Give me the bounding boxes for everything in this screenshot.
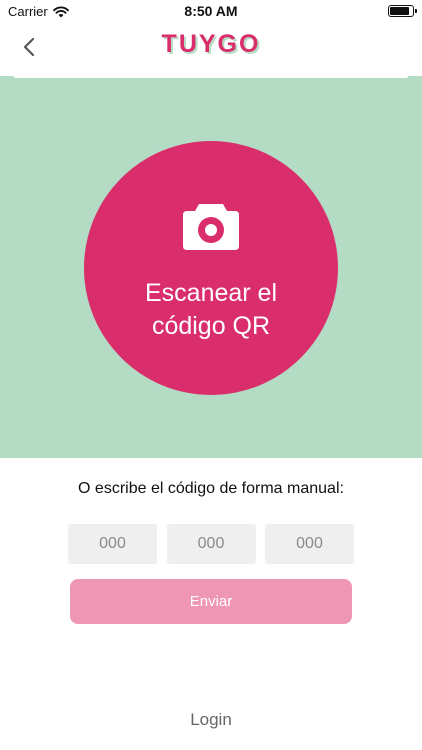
scan-label-line1: Escanear el <box>144 279 278 307</box>
code-input-2[interactable] <box>166 524 256 564</box>
code-input-3[interactable] <box>265 524 354 564</box>
scan-qr-button[interactable]: Escanear el código QR <box>84 141 338 395</box>
nav-bar: TUYGO <box>0 22 422 74</box>
login-link[interactable]: Login <box>0 710 422 730</box>
scanner-panel: Escanear el código QR <box>0 76 422 458</box>
battery-icon <box>388 5 417 17</box>
send-button[interactable]: Enviar <box>70 579 352 624</box>
code-input-1[interactable] <box>68 524 157 564</box>
app-logo: TUYGO <box>0 30 422 59</box>
code-input-row <box>68 524 354 564</box>
panel-top-divider <box>14 76 408 78</box>
scan-label: Escanear el código QR <box>84 277 338 343</box>
logo-text: TUYGO <box>161 30 261 58</box>
manual-entry-label: O escribe el código de forma manual: <box>78 480 344 497</box>
status-time: 8:50 AM <box>184 3 238 19</box>
status-bar: Carrier 8:50 AM <box>0 0 422 22</box>
camera-icon <box>183 204 239 250</box>
scan-label-line2: código QR <box>151 312 271 340</box>
